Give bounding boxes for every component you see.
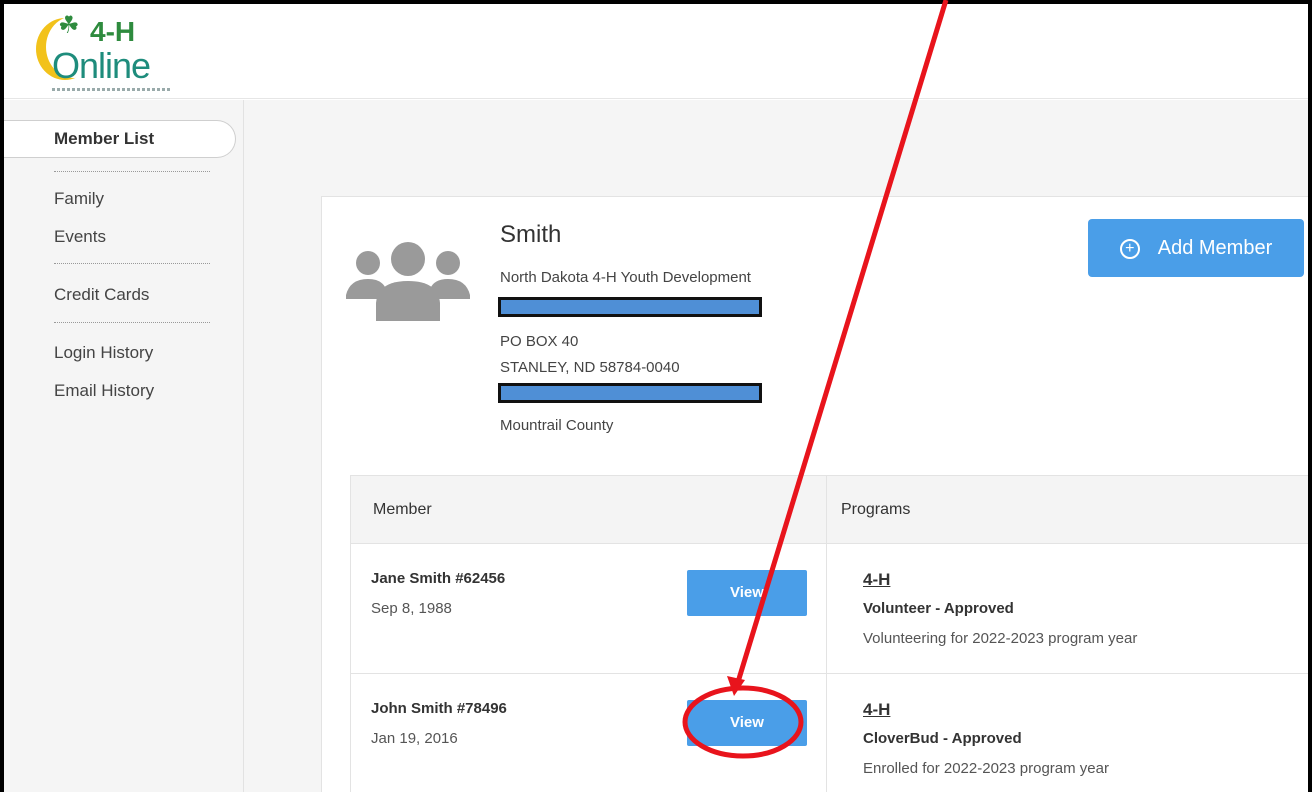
program-note: Volunteering for 2022-2023 program year <box>863 630 1138 647</box>
column-header-member: Member <box>351 476 827 544</box>
family-avatar-icon <box>346 242 470 321</box>
plus-circle-icon: + <box>1119 239 1140 259</box>
app-window: ☘ 4-H Online Member List Family Events C… <box>4 4 1308 792</box>
family-address-line1: PO BOX 40 <box>500 333 579 350</box>
add-member-label: Add Member <box>1157 237 1273 259</box>
sidebar-divider <box>54 263 210 264</box>
program-link[interactable]: 4-H <box>863 700 890 720</box>
sidebar-item-email-history[interactable]: Email History <box>54 381 154 401</box>
family-address-line2: STANLEY, ND 58784-0040 <box>500 359 680 376</box>
header: ☘ 4-H Online <box>4 4 1308 99</box>
sidebar-item-family[interactable]: Family <box>54 189 104 209</box>
sidebar-divider <box>54 171 210 172</box>
program-role: CloverBud - Approved <box>863 730 1022 747</box>
sidebar-item-credit-cards[interactable]: Credit Cards <box>54 285 149 305</box>
sidebar: Member List Family Events Credit Cards L… <box>4 100 244 792</box>
member-dob: Sep 8, 1988 <box>371 600 452 617</box>
family-card: Smith North Dakota 4-H Youth Development… <box>321 196 1308 792</box>
add-member-button[interactable]: + Add Member <box>1088 219 1304 277</box>
family-organization: North Dakota 4-H Youth Development <box>500 269 751 286</box>
member-table: Member Programs Jane Smith #62456 Sep 8,… <box>350 475 1308 792</box>
view-member-button[interactable]: View <box>687 570 807 616</box>
view-member-button[interactable]: View <box>687 700 807 746</box>
member-cell: Jane Smith #62456 Sep 8, 1988 View <box>351 544 827 674</box>
sidebar-item-events[interactable]: Events <box>54 227 106 247</box>
redaction-box <box>498 383 762 403</box>
main-content: Smith North Dakota 4-H Youth Development… <box>244 100 1308 792</box>
member-name: John Smith #78496 <box>371 700 507 717</box>
clover-icon: ☘ <box>58 12 80 39</box>
program-link[interactable]: 4-H <box>863 570 890 590</box>
family-name: Smith <box>500 221 562 248</box>
table-row: John Smith #78496 Jan 19, 2016 View 4-H … <box>351 674 1308 792</box>
table-row: Jane Smith #62456 Sep 8, 1988 View 4-H V… <box>351 544 1308 674</box>
logo-tagline <box>52 88 170 91</box>
logo-wordmark: Online <box>52 45 151 86</box>
program-note: Enrolled for 2022-2023 program year <box>863 760 1109 777</box>
program-role: Volunteer - Approved <box>863 600 1014 617</box>
member-name: Jane Smith #62456 <box>371 570 506 587</box>
member-dob: Jan 19, 2016 <box>371 730 458 747</box>
member-cell: John Smith #78496 Jan 19, 2016 View <box>351 674 827 792</box>
sidebar-divider <box>54 322 210 323</box>
family-county: Mountrail County <box>500 417 614 434</box>
column-header-programs: Programs <box>827 476 1308 544</box>
sidebar-item-member-list[interactable]: Member List <box>4 120 236 158</box>
sidebar-item-login-history[interactable]: Login History <box>54 343 153 363</box>
redaction-box <box>498 297 762 317</box>
4h-online-logo[interactable]: ☘ 4-H Online <box>30 10 200 94</box>
logo-mark: 4-H <box>90 16 136 47</box>
